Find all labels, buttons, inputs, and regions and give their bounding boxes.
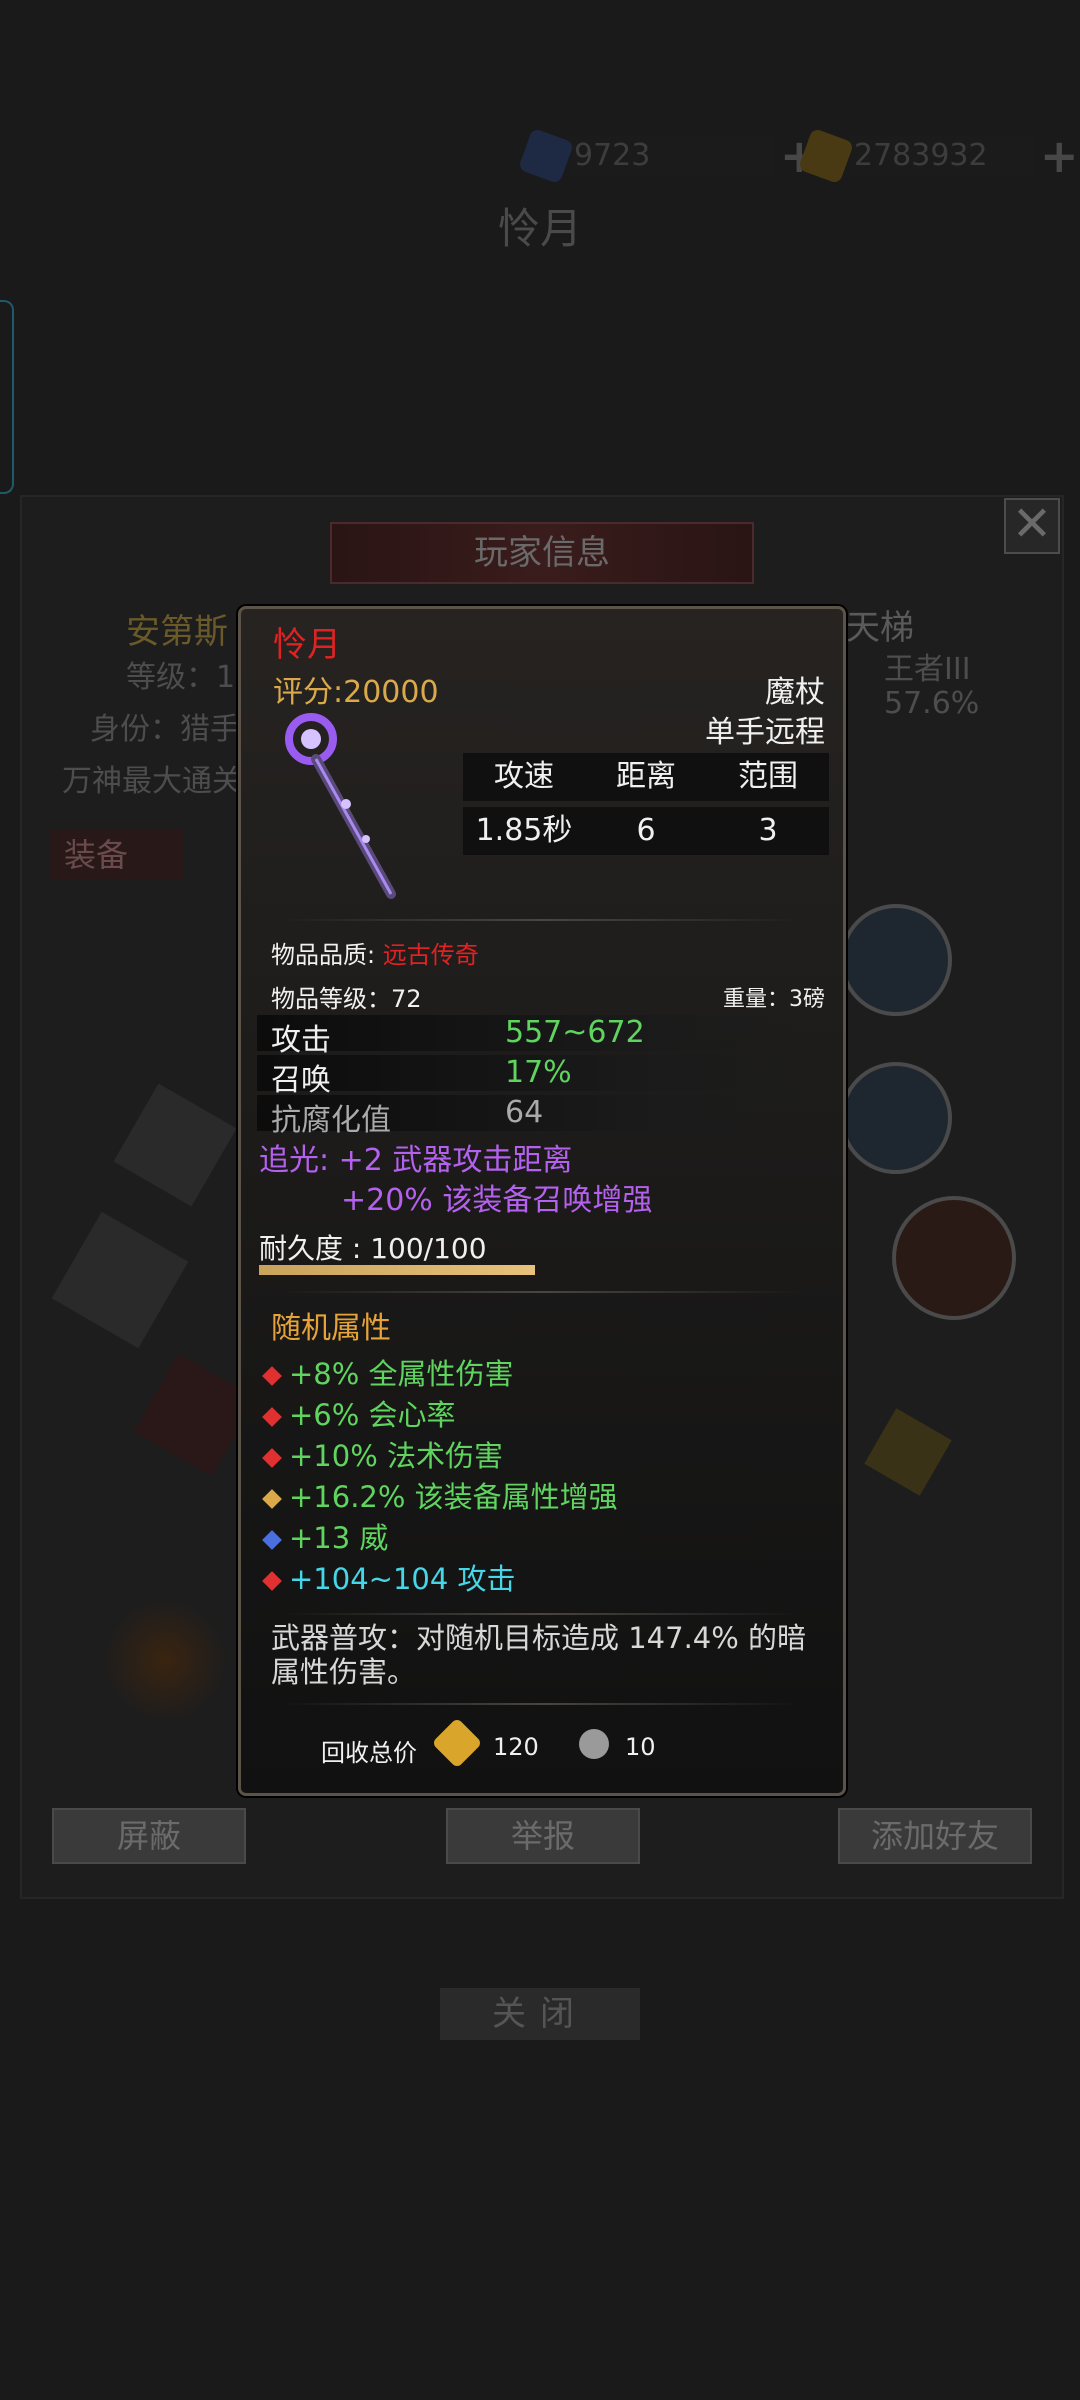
ladder-title: 天梯: [846, 608, 914, 648]
random-attr-text: +6% 会心率: [289, 1398, 456, 1432]
gold-gem-icon: [262, 1489, 282, 1509]
random-attr-line: +13 威: [262, 1515, 389, 1557]
random-attr-line: +104~104 攻击: [262, 1556, 516, 1598]
red-gem-icon: [262, 1407, 282, 1427]
report-button[interactable]: 举报: [446, 1808, 640, 1864]
panel-title: 玩家信息: [330, 522, 754, 584]
page-title: 怜月: [497, 204, 582, 253]
random-attr-text: +16.2% 该装备属性增强: [289, 1480, 618, 1514]
random-attr-line: +6% 会心率: [262, 1392, 456, 1434]
stat-value-speed: 1.85秒: [475, 813, 573, 848]
divider: [281, 1291, 801, 1293]
random-attr-line: +8% 全属性伤害: [262, 1351, 514, 1393]
player-name: 安第斯: [126, 612, 228, 652]
quality-value: 远古传奇: [382, 941, 479, 969]
gold-coin-icon: [431, 1717, 483, 1769]
stat-header-distance: 距离: [616, 759, 676, 794]
random-attr-line: +16.2% 该装备属性增强: [262, 1474, 618, 1516]
ladder-rank: 王者III: [884, 652, 971, 687]
ladder-rate: 57.6%: [884, 686, 980, 721]
recycle-silver-value: 10: [625, 1733, 656, 1761]
close-icon[interactable]: ✕: [1004, 498, 1060, 554]
durability-bar-track: [259, 1265, 535, 1275]
add-currency-icon[interactable]: +: [1040, 133, 1079, 179]
gold-crystal-icon: [797, 127, 855, 185]
equip-section-label: 装备: [50, 830, 184, 880]
attr-attack-value: 557~672: [505, 1015, 645, 1050]
blue-crystal-icon: [517, 127, 575, 185]
divider: [281, 919, 801, 921]
random-attr-text: +13 威: [289, 1521, 389, 1555]
player-identity: 身份：猎手: [90, 712, 240, 747]
durability-label: 耐久度 : 100/100: [259, 1232, 487, 1265]
player-level: 等级：1: [126, 660, 236, 695]
item-tooltip: 怜月 评分:20000 魔杖 单手远程 攻速 距离 范围 1.85秒 6 3 物…: [238, 606, 846, 1796]
item-weight: 重量：3磅: [723, 987, 825, 1012]
currency-blue-value: 9723: [570, 136, 774, 176]
random-attr-text: +8% 全属性伤害: [289, 1357, 514, 1391]
attr-attack-name: 攻击: [271, 1023, 331, 1058]
item-score: 评分:20000: [273, 675, 439, 710]
stat-value-range: 3: [758, 813, 778, 848]
divider: [281, 1613, 801, 1615]
item-name: 怜月: [273, 625, 341, 665]
red-gem-icon: [262, 1448, 282, 1468]
red-gem-icon: [262, 1571, 282, 1591]
attr-corruption-name: 抗腐化值: [271, 1103, 391, 1138]
stat-header-speed: 攻速: [494, 759, 554, 794]
weapon-type: 魔杖: [765, 675, 825, 710]
skill-eye-icon[interactable]: [840, 1062, 952, 1174]
durability-bar-fill: [259, 1265, 535, 1275]
random-attr-text: +104~104 攻击: [289, 1562, 516, 1596]
stats-table: 攻速 距离 范围 1.85秒 6 3: [463, 753, 829, 857]
stats-header-row: 攻速 距离 范围: [463, 753, 829, 801]
skill-blade-icon[interactable]: [892, 1196, 1016, 1320]
block-button[interactable]: 屏蔽: [52, 1808, 246, 1864]
stats-value-row: 1.85秒 6 3: [463, 807, 829, 855]
fire-effect-icon: [100, 1600, 230, 1720]
stat-header-range: 范围: [738, 759, 798, 794]
skill-ghost-icon[interactable]: [840, 904, 952, 1016]
blue-gem-icon: [262, 1530, 282, 1550]
staff-icon: [285, 713, 396, 899]
attr-summon-value: 17%: [505, 1055, 572, 1090]
currency-gold: 2783932 +: [797, 127, 1079, 185]
quality-label: 物品品质:: [271, 941, 376, 969]
skill-description: 武器普攻：对随机目标造成 147.4% 的暗属性伤害。: [271, 1621, 807, 1689]
chase-light-1: 追光: +2 武器攻击距离: [259, 1143, 573, 1178]
silver-coin-icon: [579, 1729, 609, 1759]
recycle-gold-value: 120: [493, 1733, 539, 1761]
attr-corruption-value: 64: [505, 1095, 544, 1130]
add-friend-button[interactable]: 添加好友: [838, 1808, 1032, 1864]
close-button[interactable]: 关闭: [440, 1988, 640, 2040]
random-attr-title: 随机属性: [271, 1311, 391, 1346]
quality-row: 物品品质: 远古传奇: [271, 935, 479, 970]
stat-value-distance: 6: [636, 813, 656, 848]
max-pass: 万神最大通关: [62, 764, 242, 799]
item-level: 物品等级：72: [271, 985, 422, 1013]
divider: [281, 1703, 801, 1705]
random-attr-line: +10% 法术伤害: [262, 1433, 503, 1475]
recycle-label: 回收总价: [321, 1739, 417, 1767]
chase-light-2: +20% 该装备召唤增强: [341, 1183, 653, 1218]
red-gem-icon: [262, 1366, 282, 1386]
random-attr-text: +10% 法术伤害: [289, 1439, 503, 1473]
currency-blue: 9723 +: [517, 127, 819, 185]
hand-type: 单手远程: [705, 715, 825, 750]
side-tab[interactable]: [0, 300, 14, 494]
currency-gold-value: 2783932: [850, 136, 1034, 176]
attr-summon-name: 召唤: [271, 1063, 331, 1098]
